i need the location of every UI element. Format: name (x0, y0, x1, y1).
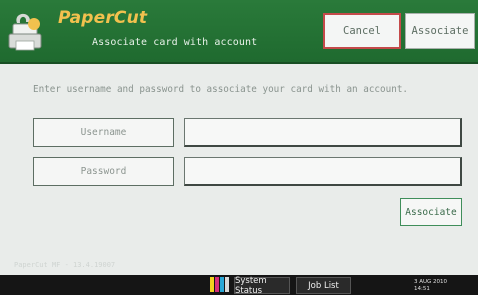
cancel-button[interactable]: Cancel (323, 13, 401, 49)
associate-header-button[interactable]: Associate (405, 13, 475, 49)
associate-button[interactable]: Associate (400, 198, 462, 226)
system-status-button[interactable]: System Status (234, 276, 290, 295)
password-field[interactable] (184, 157, 462, 186)
username-label-button[interactable]: Username (33, 118, 174, 147)
clock-time: 14:51 (414, 286, 430, 292)
brand-title: PaperCut (58, 8, 148, 28)
page-subtitle: Associate card with account (92, 37, 258, 48)
copier-screen: PaperCut Associate card with account Can… (0, 0, 478, 295)
clock: 3 AUG 2010 14:51 (414, 279, 474, 293)
instructions-text: Enter username and password to associate… (33, 84, 409, 95)
ymck-toner-icon (210, 277, 229, 292)
papercut-printer-logo-icon (8, 13, 42, 51)
clock-date: 3 AUG 2010 (414, 279, 448, 285)
header-bar: PaperCut Associate card with account Can… (0, 0, 478, 64)
job-list-button[interactable]: Job List (296, 277, 351, 294)
device-taskbar: System Status Job List (0, 275, 478, 295)
username-field[interactable] (184, 118, 462, 147)
password-label-button[interactable]: Password (33, 157, 174, 186)
version-text: PaperCut MF - 13.4.19007 (14, 261, 116, 269)
